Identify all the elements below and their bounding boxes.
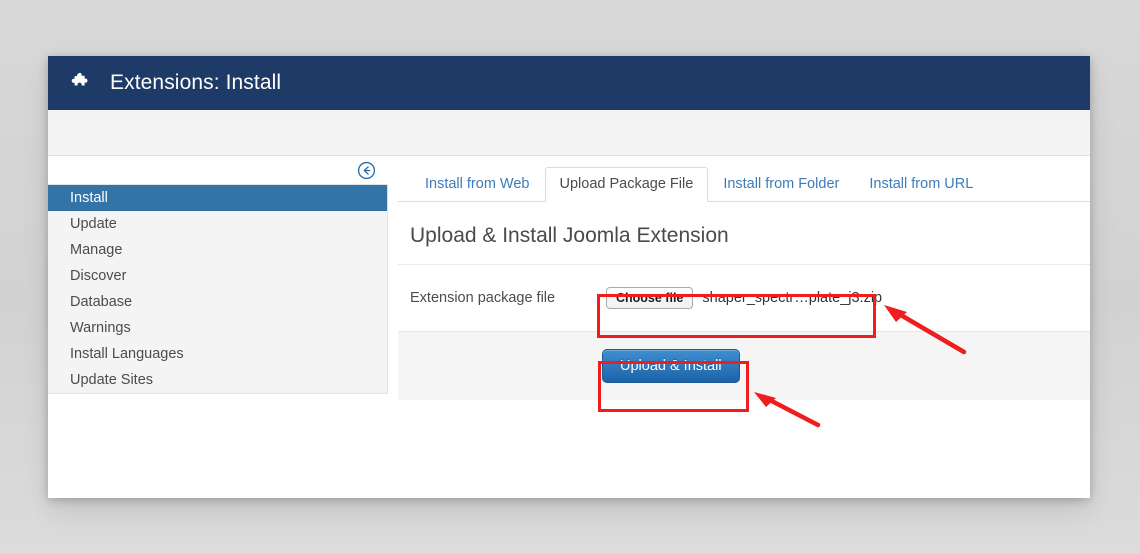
sidebar-item-discover[interactable]: Discover xyxy=(48,263,387,289)
card-body: Install Update Manage Discover Database … xyxy=(48,156,1090,498)
tab-install-from-url[interactable]: Install from URL xyxy=(854,167,988,202)
extension-package-file-label: Extension package file xyxy=(410,290,556,306)
file-field-wrap: Choose file shaper_spectr…plate_j3.zip xyxy=(602,285,886,311)
joomla-admin-card: Extensions: Install Install Update Manag… xyxy=(48,56,1090,498)
sidebar-item-label: Warnings xyxy=(70,320,131,336)
sidebar-item-update[interactable]: Update xyxy=(48,211,387,237)
install-tabs: Install from Web Upload Package File Ins… xyxy=(398,162,1090,202)
toolbar-strip xyxy=(48,110,1090,156)
panel-heading: Upload & Install Joomla Extension xyxy=(398,202,1090,265)
file-input[interactable]: Choose file shaper_spectr…plate_j3.zip xyxy=(602,285,886,311)
main-panel: Install from Web Upload Package File Ins… xyxy=(388,156,1090,400)
tab-label: Install from URL xyxy=(869,176,974,193)
tab-label: Install from Web xyxy=(425,176,530,193)
sidebar-item-label: Update xyxy=(70,216,117,232)
sidebar-item-label: Install xyxy=(70,190,108,206)
submit-row: Upload & Install xyxy=(398,331,1090,400)
extension-package-file-row: Extension package file Choose file shape… xyxy=(398,265,1090,331)
tab-install-from-folder[interactable]: Install from Folder xyxy=(708,167,854,202)
page-header: Extensions: Install xyxy=(48,56,1090,110)
sidebar-item-label: Update Sites xyxy=(70,372,154,388)
tab-upload-package-file[interactable]: Upload Package File xyxy=(544,167,709,202)
sidebar-item-install[interactable]: Install xyxy=(48,185,387,211)
sidebar-item-warnings[interactable]: Warnings xyxy=(48,315,387,341)
sidebar-nav: Install Update Manage Discover Database … xyxy=(48,184,388,394)
sidebar-item-label: Manage xyxy=(70,242,123,258)
choose-file-button[interactable]: Choose file xyxy=(606,287,694,309)
selected-file-name: shaper_spectr…plate_j3.zip xyxy=(702,290,883,306)
tab-label: Upload Package File xyxy=(559,176,694,193)
upload-and-install-button[interactable]: Upload & Install xyxy=(602,349,740,383)
puzzle-piece-icon xyxy=(70,71,94,95)
sidebar-item-install-languages[interactable]: Install Languages xyxy=(48,341,387,367)
sidebar-item-label: Discover xyxy=(70,268,127,284)
sidebar: Install Update Manage Discover Database … xyxy=(48,156,388,394)
tab-install-from-web[interactable]: Install from Web xyxy=(410,167,545,202)
sidebar-item-label: Install Languages xyxy=(70,346,184,362)
tab-label: Install from Folder xyxy=(723,176,840,193)
page-title: Extensions: Install xyxy=(110,71,282,94)
sidebar-item-update-sites[interactable]: Update Sites xyxy=(48,367,387,393)
sidebar-item-label: Database xyxy=(70,294,133,310)
sidebar-header xyxy=(48,156,388,184)
circle-arrow-left-icon[interactable] xyxy=(357,161,376,180)
sidebar-item-manage[interactable]: Manage xyxy=(48,237,387,263)
sidebar-item-database[interactable]: Database xyxy=(48,289,387,315)
